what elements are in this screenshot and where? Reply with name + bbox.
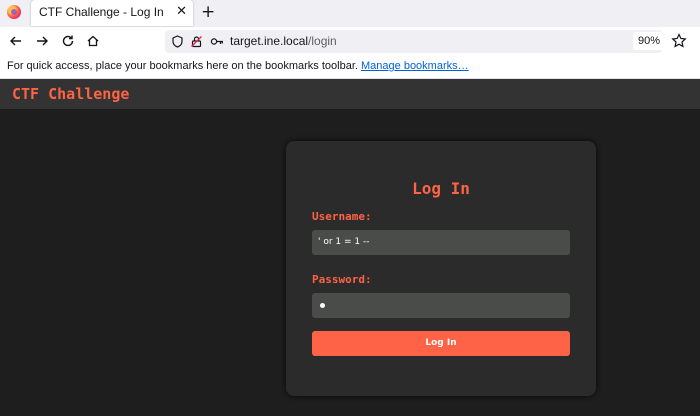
login-heading: Log In bbox=[412, 179, 470, 198]
manage-bookmarks-link[interactable]: Manage bookmarks… bbox=[361, 60, 469, 72]
tab-title: CTF Challenge - Log In bbox=[39, 5, 164, 19]
new-tab-button[interactable]: + bbox=[201, 1, 215, 23]
username-label: Username: bbox=[312, 210, 372, 223]
active-tab[interactable]: CTF Challenge - Log In ✕ bbox=[31, 0, 193, 26]
bookmark-star-icon[interactable] bbox=[671, 33, 687, 49]
login-card: Log In Username: ' or 1 = 1 -- Password:… bbox=[286, 141, 596, 396]
close-tab-icon[interactable]: ✕ bbox=[176, 3, 187, 21]
zoom-level-button[interactable]: 90% bbox=[633, 32, 666, 50]
password-label: Password: bbox=[312, 273, 372, 286]
bookmarks-hint: For quick access, place your bookmarks h… bbox=[7, 60, 469, 72]
address-bar[interactable]: target.ine.local/login bbox=[165, 30, 662, 53]
site-title: CTF Challenge bbox=[12, 85, 130, 103]
username-input[interactable]: ' or 1 = 1 -- bbox=[312, 230, 570, 255]
firefox-icon[interactable] bbox=[7, 5, 21, 19]
bookmarks-toolbar: For quick access, place your bookmarks h… bbox=[0, 56, 700, 79]
site-header: CTF Challenge bbox=[0, 79, 700, 109]
reload-icon[interactable] bbox=[58, 31, 78, 51]
insecure-lock-icon[interactable] bbox=[190, 35, 203, 48]
url-text[interactable]: target.ine.local/login bbox=[230, 34, 337, 48]
home-icon[interactable] bbox=[83, 31, 103, 51]
bookmarks-hint-text: For quick access, place your bookmarks h… bbox=[7, 60, 358, 72]
password-input[interactable] bbox=[312, 293, 570, 318]
navigation-toolbar: target.ine.local/login 90% bbox=[0, 27, 700, 56]
url-path: /login bbox=[308, 34, 337, 48]
back-icon[interactable] bbox=[6, 31, 26, 51]
tab-strip: CTF Challenge - Log In ✕ + bbox=[0, 0, 700, 27]
key-icon[interactable] bbox=[210, 35, 224, 48]
shield-icon[interactable] bbox=[171, 35, 184, 48]
forward-icon[interactable] bbox=[32, 31, 52, 51]
password-mask-dot bbox=[320, 303, 325, 308]
login-button[interactable]: Log In bbox=[312, 331, 570, 356]
url-host: target.ine.local bbox=[230, 34, 309, 48]
